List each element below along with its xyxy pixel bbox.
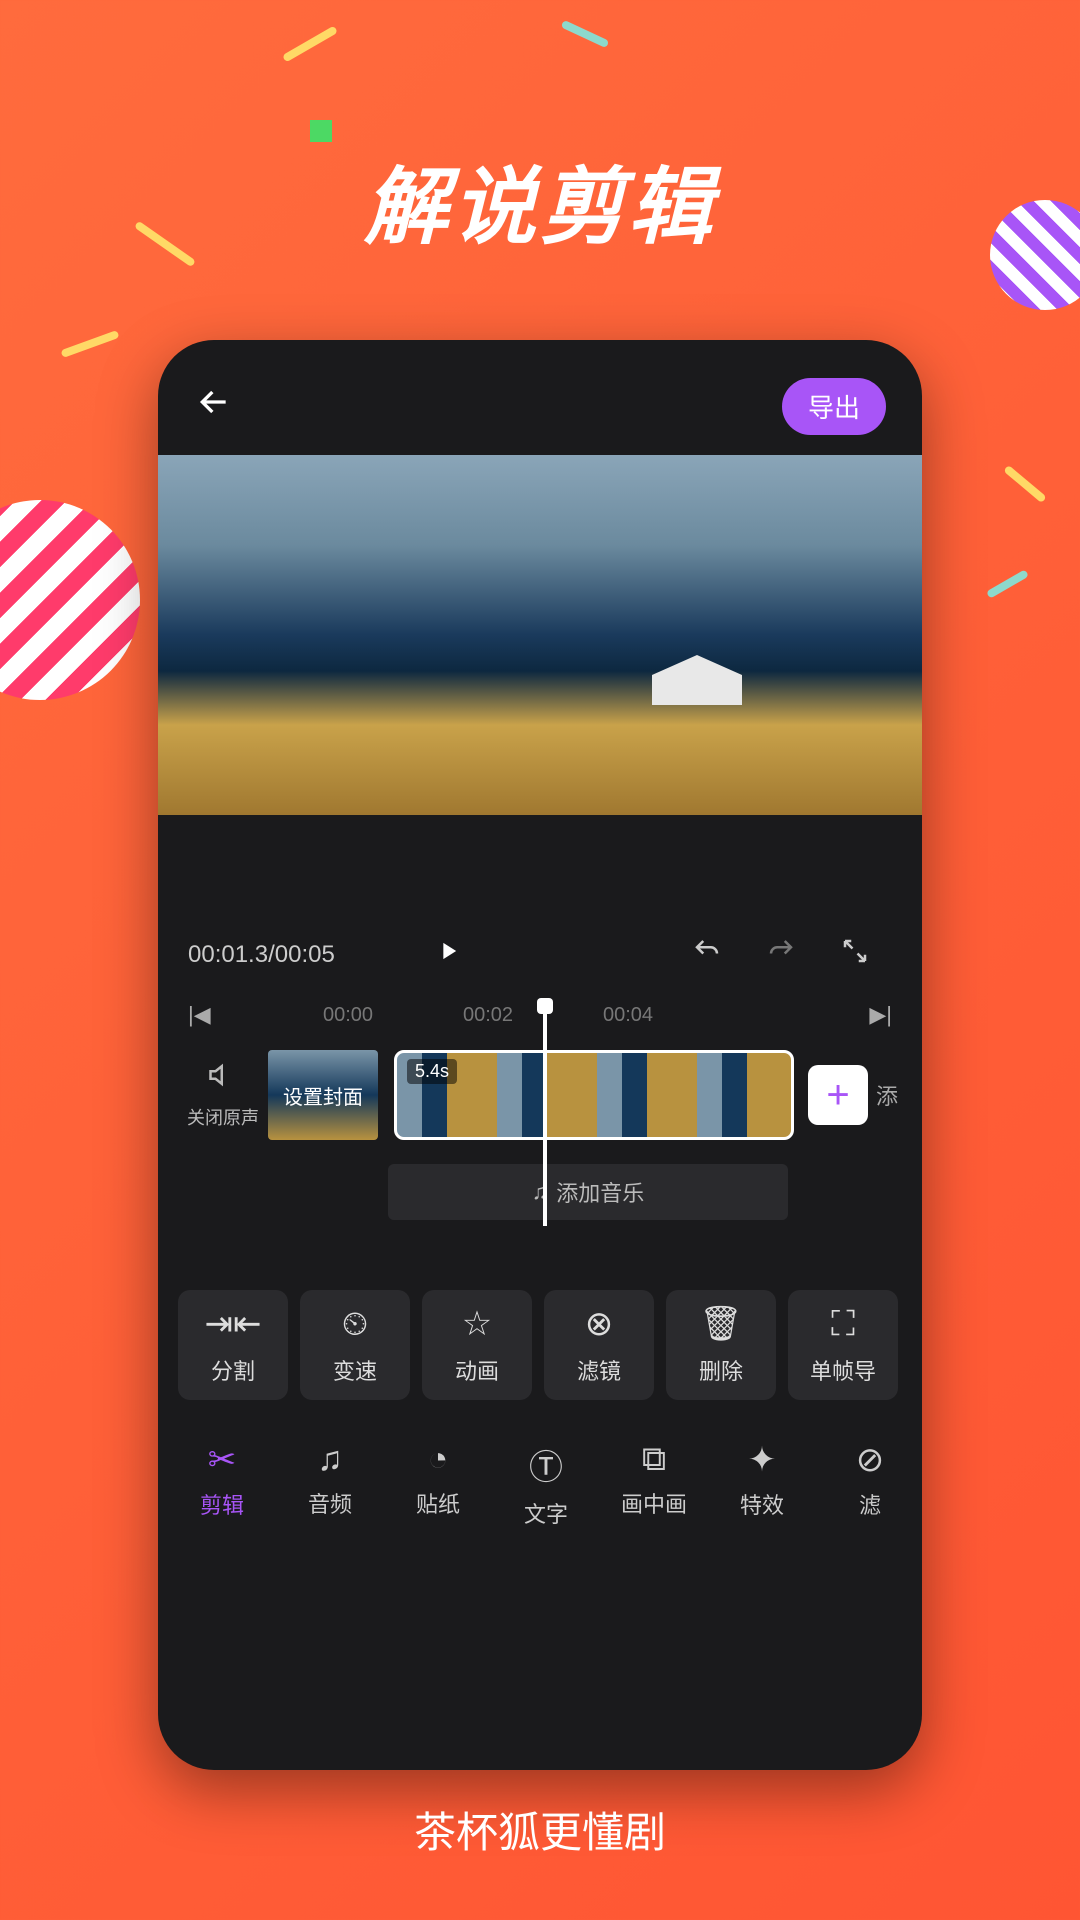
tab-文字[interactable]: Ⓣ 文字 (492, 1440, 600, 1529)
export-button[interactable]: 导出 (782, 378, 886, 435)
tab-画中画[interactable]: ⧉ 画中画 (600, 1440, 708, 1529)
tool-变速[interactable]: ⏲ 变速 (300, 1290, 410, 1400)
page-headline: 解说剪辑 (0, 0, 1080, 261)
time-total: 00:05 (275, 941, 335, 968)
tab-label: 文字 (524, 1497, 568, 1529)
tool-icon: ⏲ (342, 1305, 369, 1344)
fullscreen-button[interactable] (840, 936, 870, 974)
tool-icon: ⊗ (585, 1304, 614, 1344)
tool-label: 变速 (333, 1354, 377, 1386)
tab-音频[interactable]: ♫ 音频 (276, 1440, 384, 1529)
tab-icon: ⊘ (856, 1440, 885, 1480)
tool-删除[interactable]: 🗑 删除 (666, 1290, 776, 1400)
play-button[interactable] (388, 935, 508, 974)
add-clip-label: 添 (876, 1079, 898, 1111)
set-cover-button[interactable]: 设置封面 (268, 1050, 378, 1140)
time-display: 00:01.3/00:05 (188, 941, 388, 969)
video-preview[interactable] (158, 455, 922, 815)
tab-icon: ♫ (317, 1440, 343, 1479)
skip-end-button[interactable]: ▶| (802, 1002, 892, 1028)
tool-icon: 🗑 (699, 1304, 742, 1344)
mute-original-button[interactable]: 关闭原声 (178, 1060, 268, 1130)
tab-icon: ◔ (428, 1440, 449, 1479)
tab-icon: ✦ (748, 1440, 777, 1480)
tab-label: 剪辑 (200, 1488, 244, 1520)
back-button[interactable] (194, 382, 234, 432)
tool-滤镜[interactable]: ⊗ 滤镜 (544, 1290, 654, 1400)
undo-button[interactable] (692, 936, 722, 974)
bottom-tabbar: ✂剪辑♫音频◔贴纸Ⓣ文字⧉画中画✦特效⊘滤 (158, 1418, 922, 1559)
tool-单帧导[interactable]: ⛶ 单帧导 (788, 1290, 898, 1400)
time-current: 00:01.3 (188, 941, 268, 968)
tab-特效[interactable]: ✦ 特效 (708, 1440, 816, 1529)
tool-label: 删除 (699, 1354, 743, 1386)
tool-icon: ☆ (462, 1304, 492, 1344)
confetti (310, 120, 332, 142)
tool-label: 分割 (211, 1354, 255, 1386)
confetti (986, 569, 1029, 598)
topbar: 导出 (158, 340, 922, 455)
add-music-button[interactable]: ♫ 添加音乐 (388, 1164, 788, 1220)
timeline[interactable]: 关闭原声 设置封面 5.4s + 添 (158, 1036, 922, 1154)
tab-icon: Ⓣ (529, 1440, 563, 1489)
phone-frame: 导出 00:01.3/00:05 |◀ 00:00 00:02 00:04 ▶| (158, 340, 922, 1770)
speaker-icon (178, 1060, 268, 1098)
tab-label: 滤 (859, 1488, 881, 1520)
playhead[interactable] (543, 1006, 547, 1226)
tab-贴纸[interactable]: ◔ 贴纸 (384, 1440, 492, 1529)
tool-icon: ⇥⇤ (205, 1304, 262, 1344)
mute-label: 关闭原声 (178, 1104, 268, 1130)
tab-滤[interactable]: ⊘滤 (816, 1440, 922, 1529)
ruler-tick: 00:00 (278, 1004, 418, 1027)
skip-start-button[interactable]: |◀ (188, 1002, 278, 1028)
clip-duration: 5.4s (407, 1059, 457, 1084)
tool-label: 单帧导 (810, 1354, 876, 1386)
tab-label: 贴纸 (416, 1487, 460, 1519)
tool-icon: ⛶ (831, 1305, 855, 1344)
decorative-ball (0, 500, 140, 700)
footer-tagline: 茶杯狐更懂剧 (0, 1799, 1080, 1860)
confetti (1003, 465, 1046, 503)
tab-label: 特效 (740, 1488, 784, 1520)
tab-label: 画中画 (621, 1487, 687, 1519)
ruler-tick: 00:04 (558, 1004, 698, 1027)
tab-icon: ✂ (208, 1440, 237, 1480)
add-clip-button[interactable]: + (808, 1065, 868, 1125)
playback-controls: 00:01.3/00:05 (158, 815, 922, 994)
add-music-label: 添加音乐 (556, 1176, 644, 1208)
tab-icon: ⧉ (642, 1440, 666, 1479)
video-clip[interactable]: 5.4s (394, 1050, 794, 1140)
tool-label: 动画 (455, 1354, 499, 1386)
tab-剪辑[interactable]: ✂ 剪辑 (168, 1440, 276, 1529)
tab-label: 音频 (308, 1487, 352, 1519)
tool-动画[interactable]: ☆ 动画 (422, 1290, 532, 1400)
tool-row: ⇥⇤ 分割 ⏲ 变速 ☆ 动画 ⊗ 滤镜 🗑 删除 ⛶ 单帧导 (158, 1230, 922, 1418)
tool-label: 滤镜 (577, 1354, 621, 1386)
tool-分割[interactable]: ⇥⇤ 分割 (178, 1290, 288, 1400)
redo-button[interactable] (766, 936, 796, 974)
confetti (60, 330, 119, 358)
